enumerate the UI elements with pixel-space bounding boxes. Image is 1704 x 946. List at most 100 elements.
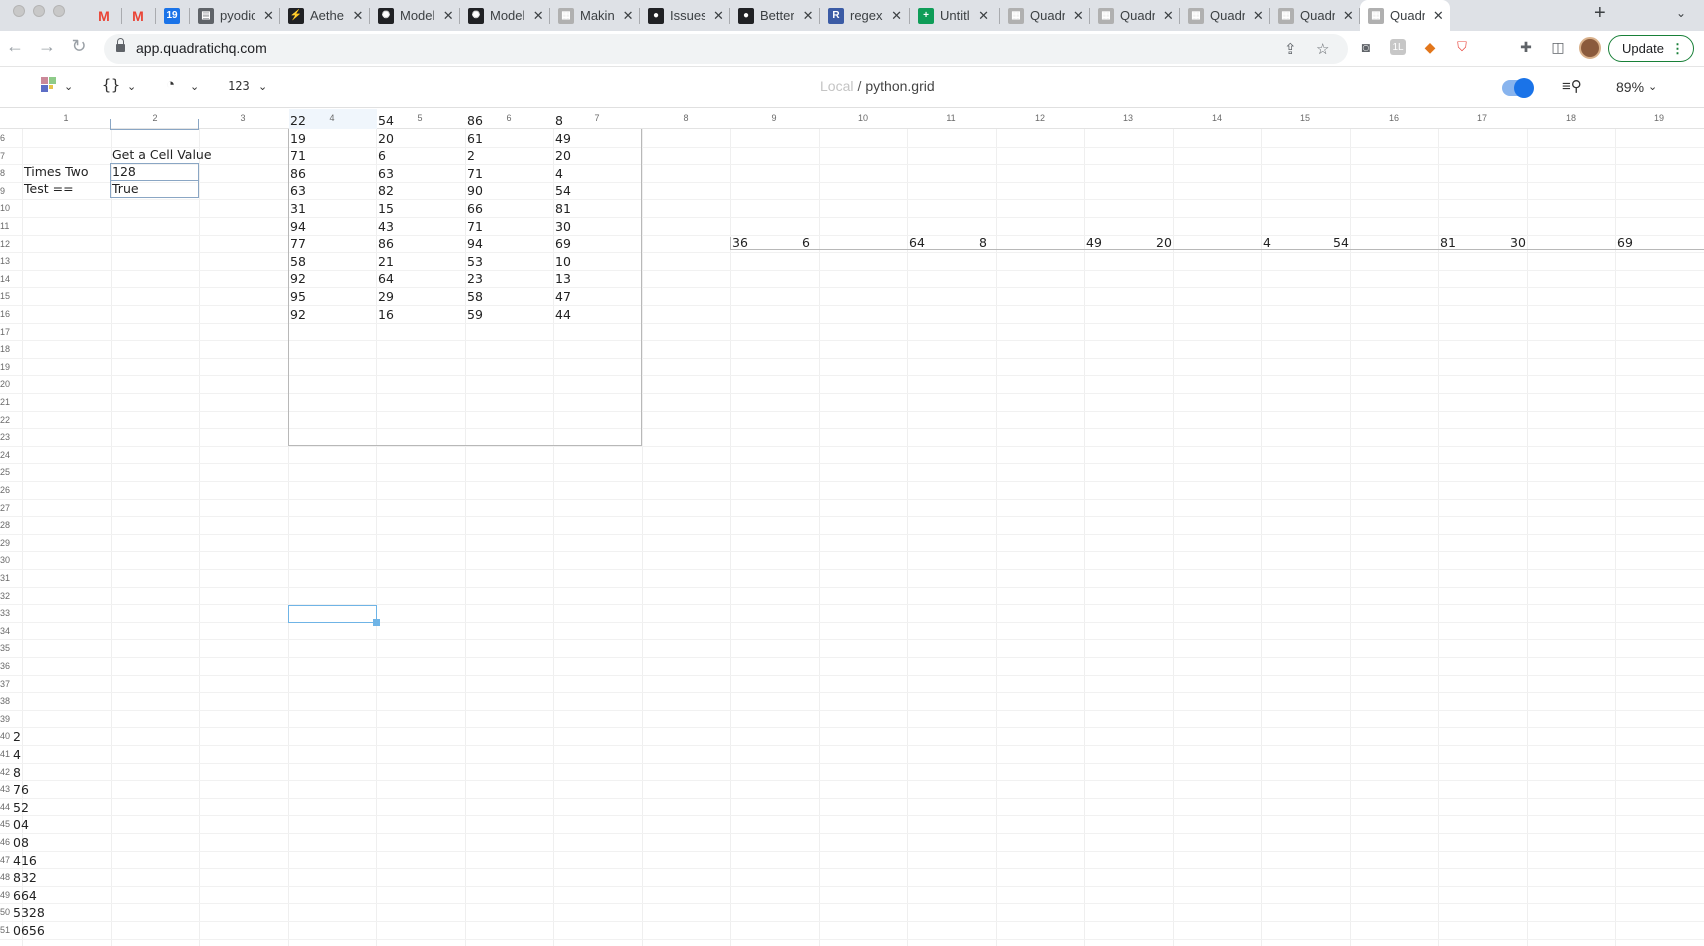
number-format-chevron-icon[interactable]: ⌄ bbox=[258, 80, 267, 93]
table-cell[interactable]: 20 bbox=[378, 130, 394, 147]
share-icon[interactable]: ⇪ bbox=[1284, 40, 1297, 58]
column-header[interactable]: 13 bbox=[1118, 113, 1138, 123]
row-header[interactable]: 27 bbox=[0, 503, 12, 513]
side-panel-icon[interactable]: ◫ bbox=[1550, 39, 1566, 55]
spill-cell[interactable]: 49 bbox=[1086, 234, 1102, 251]
spill-cell[interactable]: 6 bbox=[802, 234, 810, 251]
column-header[interactable]: 16 bbox=[1384, 113, 1404, 123]
column-header[interactable]: 9 bbox=[764, 113, 784, 123]
profile-avatar[interactable] bbox=[1579, 37, 1601, 59]
table-cell[interactable]: 22 bbox=[290, 112, 306, 129]
column-1-cell[interactable]: 08 bbox=[13, 834, 29, 851]
doc-name[interactable]: python.grid bbox=[865, 78, 934, 94]
spill-cell[interactable]: 81 bbox=[1440, 234, 1456, 251]
table-cell[interactable]: 94 bbox=[467, 235, 483, 252]
column-1-cell[interactable]: 5328 bbox=[13, 904, 45, 921]
table-cell[interactable]: 86 bbox=[467, 112, 483, 129]
cell-selection-cursor[interactable] bbox=[288, 605, 377, 623]
table-cell[interactable]: 21 bbox=[378, 253, 394, 270]
omnibox[interactable]: app.quadratichq.com ⇪ ☆ bbox=[104, 34, 1348, 64]
column-header[interactable]: 10 bbox=[853, 113, 873, 123]
row-header[interactable]: 34 bbox=[0, 626, 12, 636]
row-header[interactable]: 31 bbox=[0, 573, 12, 583]
table-cell[interactable]: 30 bbox=[555, 218, 571, 235]
table-cell[interactable]: 15 bbox=[378, 200, 394, 217]
table-cell[interactable]: 77 bbox=[290, 235, 306, 252]
extension-icon[interactable]: 1L bbox=[1390, 39, 1406, 55]
table-cell[interactable]: 58 bbox=[467, 288, 483, 305]
browser-tab[interactable]: ● Issues ✕ bbox=[640, 0, 730, 31]
table-cell[interactable]: 86 bbox=[378, 235, 394, 252]
table-cell[interactable]: 94 bbox=[290, 218, 306, 235]
row-header[interactable]: 19 bbox=[0, 362, 12, 372]
table-cell[interactable]: 4 bbox=[555, 165, 563, 182]
metamask-icon[interactable]: ◆ bbox=[1422, 39, 1438, 55]
extensions-puzzle-icon[interactable]: ✚ bbox=[1518, 39, 1534, 55]
column-header[interactable]: 17 bbox=[1472, 113, 1492, 123]
table-cell[interactable]: 59 bbox=[467, 306, 483, 323]
table-cell[interactable]: 54 bbox=[555, 182, 571, 199]
row-header[interactable]: 14 bbox=[0, 274, 12, 284]
browser-tab[interactable]: ▦ Quadr ✕ bbox=[1360, 0, 1450, 31]
row-header[interactable]: 18 bbox=[0, 344, 12, 354]
column-1-cell[interactable]: 76 bbox=[13, 781, 29, 798]
spill-cell[interactable]: 54 bbox=[1333, 234, 1349, 251]
row-header[interactable]: 38 bbox=[0, 696, 12, 706]
row-header[interactable]: 26 bbox=[0, 485, 12, 495]
forward-button[interactable]: → bbox=[36, 36, 58, 57]
fill-handle[interactable] bbox=[373, 619, 380, 626]
column-1-cell[interactable]: 4 bbox=[13, 746, 21, 763]
table-cell[interactable]: 71 bbox=[467, 165, 483, 182]
browser-tab[interactable]: ▤ pyodic ✕ bbox=[190, 0, 280, 31]
browser-tab[interactable]: ▦ Quadr ✕ bbox=[1180, 0, 1270, 31]
row-header[interactable]: 25 bbox=[0, 467, 12, 477]
row-header[interactable]: 42 bbox=[0, 767, 12, 777]
table-cell[interactable]: 49 bbox=[555, 130, 571, 147]
row-header[interactable]: 15 bbox=[0, 291, 12, 301]
row-header[interactable]: 30 bbox=[0, 555, 12, 565]
table-cell[interactable]: 71 bbox=[290, 147, 306, 164]
close-tab-icon[interactable]: ✕ bbox=[532, 8, 544, 24]
spill-cell[interactable]: 20 bbox=[1156, 234, 1172, 251]
table-cell[interactable]: 2 bbox=[467, 147, 475, 164]
get-cell-value-label[interactable]: Get a Cell Value bbox=[112, 146, 212, 163]
browser-tab[interactable]: + Untitl ✕ bbox=[910, 0, 1000, 31]
row-header[interactable]: 37 bbox=[0, 679, 12, 689]
row-header[interactable]: 39 bbox=[0, 714, 12, 724]
window-zoom-button[interactable] bbox=[53, 5, 65, 17]
close-tab-icon[interactable]: ✕ bbox=[352, 8, 364, 24]
close-tab-icon[interactable]: ✕ bbox=[1073, 8, 1084, 24]
close-tab-icon[interactable]: ✕ bbox=[802, 8, 814, 24]
quadratic-logo-icon[interactable] bbox=[41, 77, 57, 95]
table-cell[interactable]: 19 bbox=[290, 130, 306, 147]
code-chevron-icon[interactable]: ⌄ bbox=[127, 80, 136, 93]
column-1-cell[interactable]: 664 bbox=[13, 887, 37, 904]
table-cell[interactable]: 8 bbox=[555, 112, 563, 129]
row-header[interactable]: 7 bbox=[0, 151, 12, 161]
row-header[interactable]: 12 bbox=[0, 239, 12, 249]
row-header[interactable]: 13 bbox=[0, 256, 12, 266]
code-braces-icon[interactable]: {} bbox=[102, 76, 120, 94]
test-eq-label[interactable]: Test == bbox=[24, 180, 74, 197]
row-header[interactable]: 41 bbox=[0, 749, 12, 759]
table-cell[interactable]: 92 bbox=[290, 306, 306, 323]
browser-tab[interactable]: ▦ Quadr ✕ bbox=[1000, 0, 1090, 31]
table-cell[interactable]: 66 bbox=[467, 200, 483, 217]
shield-icon[interactable]: ⛉ bbox=[1454, 39, 1470, 55]
zoom-search-icon[interactable]: ≡⚲ bbox=[1562, 77, 1582, 95]
row-header[interactable]: 46 bbox=[0, 837, 12, 847]
times-two-label[interactable]: Times Two bbox=[24, 163, 89, 180]
column-header[interactable]: 3 bbox=[233, 113, 253, 123]
spill-cell[interactable]: 30 bbox=[1510, 234, 1526, 251]
browser-tab[interactable]: M bbox=[122, 0, 156, 31]
column-1-cell[interactable]: 416 bbox=[13, 852, 37, 869]
row-header[interactable]: 6 bbox=[0, 133, 12, 143]
close-tab-icon[interactable]: ✕ bbox=[713, 8, 724, 24]
table-cell[interactable]: 63 bbox=[378, 165, 394, 182]
table-cell[interactable]: 6 bbox=[378, 147, 386, 164]
browser-tab[interactable]: ▦ Makin ✕ bbox=[550, 0, 640, 31]
column-1-cell[interactable]: 04 bbox=[13, 816, 29, 833]
url-text[interactable]: app.quadratichq.com bbox=[136, 40, 267, 56]
table-cell[interactable]: 90 bbox=[467, 182, 483, 199]
column-header[interactable]: 11 bbox=[941, 113, 961, 123]
